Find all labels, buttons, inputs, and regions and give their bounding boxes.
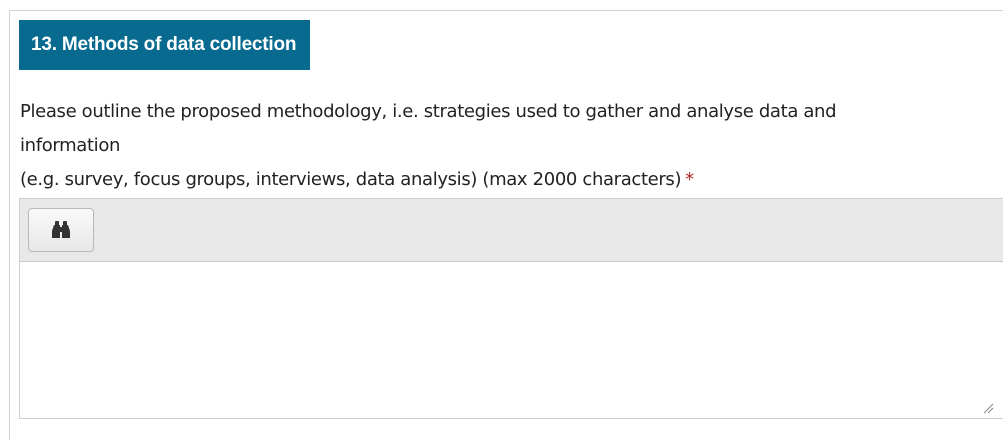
- binoculars-icon: [52, 221, 70, 238]
- resize-handle-icon[interactable]: [982, 402, 994, 414]
- find-button[interactable]: [28, 208, 94, 252]
- rich-text-editor: [19, 198, 1003, 419]
- required-marker: *: [685, 169, 694, 190]
- question-line-3-text: (e.g. survey, focus groups, interviews, …: [20, 169, 682, 190]
- methodology-textarea[interactable]: [20, 262, 1003, 418]
- section-title: 13. Methods of data collection: [19, 20, 311, 70]
- question-line-1: Please outline the proposed methodology,…: [20, 101, 837, 122]
- editor-toolbar: [20, 199, 1003, 262]
- question-line-2: information: [20, 135, 121, 156]
- question-line-3: (e.g. survey, focus groups, interviews, …: [20, 163, 1003, 197]
- question-label: Please outline the proposed methodology,…: [20, 95, 1003, 197]
